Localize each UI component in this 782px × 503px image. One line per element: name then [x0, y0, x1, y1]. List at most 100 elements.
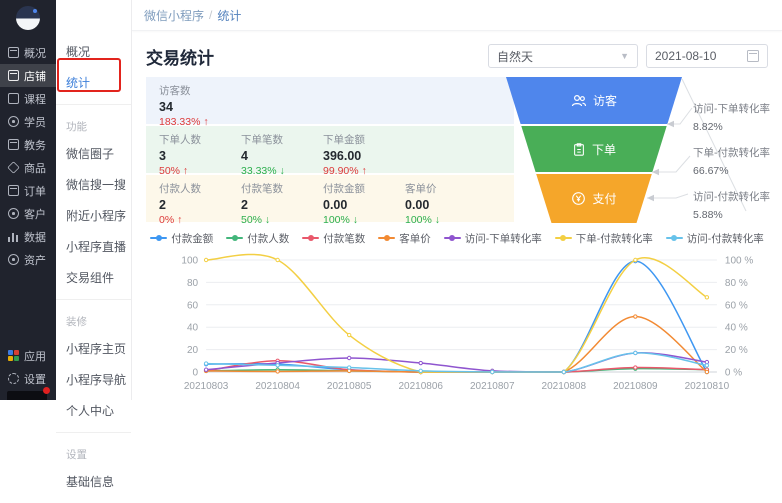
legend-label: 付款金额	[171, 231, 213, 246]
conversion-visit-pay: 访问-付款转化率 5.88%	[693, 189, 770, 221]
conversion-label: 访问-下单转化率	[693, 101, 770, 116]
main-panel: 交易统计 自然天 ▼ 2021-08-10 访客数34183.33% ↑下单人数…	[132, 31, 782, 405]
student-icon	[8, 116, 19, 127]
sidebar-item-教务[interactable]: 教务	[0, 133, 56, 156]
submenu-item-概况[interactable]: 概况	[56, 36, 131, 67]
breadcrumb-root-link[interactable]: 微信小程序	[144, 7, 204, 24]
legend-item-付款金额[interactable]: 付款金额	[150, 231, 213, 246]
legend-item-付款笔数[interactable]: 付款笔数	[302, 231, 365, 246]
submenu-item-统计[interactable]: 统计	[56, 67, 131, 98]
sidebar-item-label: 数据	[24, 229, 46, 245]
submenu-item-附近小程序[interactable]: 附近小程序	[56, 200, 131, 231]
svg-text:20: 20	[187, 345, 199, 356]
goods-icon	[7, 161, 19, 173]
stat-label: 付款笔数	[241, 181, 323, 196]
legend-item-访问-付款转化率[interactable]: 访问-付款转化率	[666, 231, 764, 246]
shop-icon	[8, 70, 19, 81]
stat-value: 4	[241, 149, 323, 163]
conversion-value: 66.67%	[693, 165, 770, 177]
stats-funnel-section: 访客数34183.33% ↑下单人数350% ↑下单笔数433.33% ↓下单金…	[146, 77, 768, 223]
notification-indicator[interactable]	[7, 391, 47, 400]
chevron-down-icon: ▼	[620, 51, 629, 61]
conversion-value: 8.82%	[693, 121, 770, 133]
submenu-item-小程序导航[interactable]: 小程序导航	[56, 364, 131, 395]
stat-label: 付款人数	[159, 181, 241, 196]
trend-chart: 00 %2020 %4040 %6060 %8080 %100100 %2021…	[146, 250, 768, 405]
app-root: 概况店铺课程学员教务商品订单客户数据资产 应用设置 概况统计功能微信圈子微信搜一…	[0, 0, 782, 400]
svg-text:60: 60	[187, 300, 199, 311]
legend-label: 付款人数	[247, 231, 289, 246]
submenu-item-小程序直播[interactable]: 小程序直播	[56, 231, 131, 262]
legend-item-下单-付款转化率[interactable]: 下单-付款转化率	[555, 231, 653, 246]
legend-label: 访问-付款转化率	[687, 231, 764, 246]
sidebar-item-label: 订单	[24, 183, 46, 199]
svg-text:20210804: 20210804	[255, 381, 300, 392]
sidebar-item-label: 应用	[24, 348, 46, 364]
sidebar-item-课程[interactable]: 课程	[0, 87, 56, 110]
svg-text:20210807: 20210807	[470, 381, 515, 392]
stat-card-访客数: 访客数34183.33% ↑	[159, 83, 241, 124]
sidebar-item-应用[interactable]: 应用	[0, 344, 56, 367]
secondary-sidebar: 概况统计功能微信圈子微信搜一搜附近小程序小程序直播交易组件装修小程序主页小程序导…	[56, 0, 132, 400]
submenu-item-微信圈子[interactable]: 微信圈子	[56, 138, 131, 169]
sidebar-item-订单[interactable]: 订单	[0, 179, 56, 202]
legend-item-访问-下单转化率[interactable]: 访问-下单转化率	[444, 231, 542, 246]
customer-icon	[8, 208, 19, 219]
sidebar-item-店铺[interactable]: 店铺	[0, 64, 56, 87]
stat-label: 访客数	[159, 83, 241, 98]
stat-card-付款金额: 付款金额0.00100% ↓	[323, 181, 405, 222]
sidebar-item-商品[interactable]: 商品	[0, 156, 56, 179]
sidebar-item-数据[interactable]: 数据	[0, 225, 56, 248]
legend-marker-icon	[666, 235, 683, 242]
submenu-item-小程序主页[interactable]: 小程序主页	[56, 333, 131, 364]
sidebar-item-label: 资产	[24, 252, 46, 268]
legend-item-付款人数[interactable]: 付款人数	[226, 231, 289, 246]
conversion-label: 下单-付款转化率	[693, 145, 770, 160]
page-header: 交易统计 自然天 ▼ 2021-08-10	[146, 43, 768, 69]
order-icon	[8, 185, 19, 196]
granularity-select[interactable]: 自然天 ▼	[488, 44, 638, 68]
sidebar-item-概况[interactable]: 概况	[0, 41, 56, 64]
svg-text:80: 80	[187, 278, 199, 289]
sidebar-item-客户[interactable]: 客户	[0, 202, 56, 225]
conversion-order-pay: 下单-付款转化率 66.67%	[693, 145, 770, 177]
stat-value: 396.00	[323, 149, 405, 163]
stat-card-付款笔数: 付款笔数250% ↓	[241, 181, 323, 222]
conversion-value: 5.88%	[693, 209, 770, 221]
sidebar-item-资产[interactable]: 资产	[0, 248, 56, 271]
submenu-item-基础信息[interactable]: 基础信息	[56, 466, 131, 497]
legend-item-客单价[interactable]: 客单价	[378, 231, 431, 246]
submenu-section-header: 功能	[56, 111, 131, 138]
sidebar-item-label: 学员	[24, 114, 46, 130]
svg-text:20210805: 20210805	[327, 381, 372, 392]
course-icon	[8, 93, 19, 104]
stats-cards: 访客数34183.33% ↑下单人数350% ↑下单笔数433.33% ↓下单金…	[146, 77, 514, 222]
logo-icon	[16, 6, 40, 30]
calendar-icon	[747, 50, 759, 62]
topbar: 微信小程序 / 统计	[132, 0, 782, 31]
sidebar-spacer	[0, 271, 56, 344]
stat-delta: 100% ↓	[405, 214, 487, 226]
app-logo[interactable]	[0, 3, 56, 33]
date-picker-value: 2021-08-10	[655, 49, 716, 63]
stat-value: 0.00	[405, 198, 487, 212]
stat-card-下单金额: 下单金额396.0099.90% ↑	[323, 132, 405, 173]
submenu-group: 功能微信圈子微信搜一搜附近小程序小程序直播交易组件	[56, 109, 131, 300]
submenu-item-微信搜一搜[interactable]: 微信搜一搜	[56, 169, 131, 200]
sidebar-item-学员[interactable]: 学员	[0, 110, 56, 133]
legend-marker-icon	[378, 235, 395, 242]
submenu-item-交易组件[interactable]: 交易组件	[56, 262, 131, 293]
legend-label: 下单-付款转化率	[576, 231, 653, 246]
legend-marker-icon	[150, 235, 167, 242]
svg-text:20210806: 20210806	[398, 381, 443, 392]
date-picker[interactable]: 2021-08-10	[646, 44, 768, 68]
stat-value: 2	[159, 198, 241, 212]
sidebar-item-label: 客户	[24, 206, 46, 222]
gear-icon	[8, 373, 19, 384]
sidebar-item-label: 课程	[24, 91, 46, 107]
submenu-group: 装修小程序主页小程序导航个人中心	[56, 304, 131, 433]
filter-controls: 自然天 ▼ 2021-08-10	[488, 44, 768, 68]
stat-value: 2	[241, 198, 323, 212]
submenu-section-header: 装修	[56, 306, 131, 333]
stat-delta: 50% ↓	[241, 214, 323, 226]
